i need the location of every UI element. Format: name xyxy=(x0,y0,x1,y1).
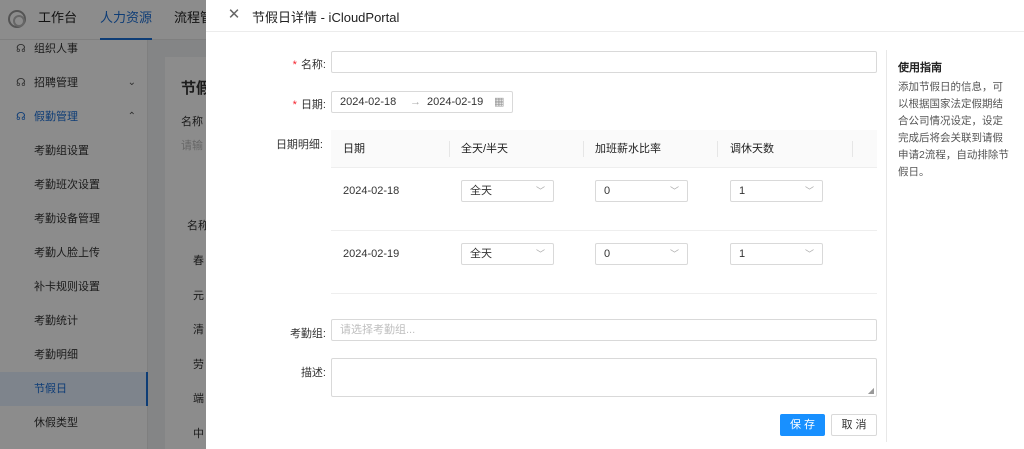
guide-divider xyxy=(886,50,887,442)
column-divider xyxy=(717,141,718,157)
resize-handle-icon[interactable]: ◢ xyxy=(868,386,874,395)
required-mark: * xyxy=(292,59,297,71)
chevron-down-icon: ﹀ xyxy=(804,186,814,196)
detail-label: 日期明细: xyxy=(275,139,323,151)
calendar-icon[interactable]: ▦ xyxy=(494,92,504,112)
chevron-down-icon: ﹀ xyxy=(535,186,545,196)
column-divider xyxy=(449,141,450,157)
drawer-title: 节假日详情 - iCloudPortal xyxy=(252,10,400,25)
chevron-down-icon: ﹀ xyxy=(535,249,545,259)
column-divider xyxy=(852,141,853,157)
date-start[interactable]: 2024-02-18 xyxy=(340,92,396,112)
day-type-select[interactable]: 全天 ﹀ xyxy=(461,243,554,265)
guide-text: 添加节假日的信息，可以根据国家法定假期结合公司情况设定，设定完成后将会关联到请假… xyxy=(898,81,1009,178)
description-textarea[interactable]: ◢ xyxy=(331,358,877,397)
date-end[interactable]: 2024-02-19 xyxy=(427,92,483,112)
date-range-separator: → xyxy=(410,96,421,108)
guide-title: 使用指南 xyxy=(898,62,942,74)
holiday-detail-drawer: ✕ 节假日详情 - iCloudPortal * 名称: * 日期: 2024-02… xyxy=(206,0,1024,449)
description-label: 描述: xyxy=(300,367,326,379)
col-day-type: 全天/半天 xyxy=(461,143,509,155)
table-header: 日期 全天/半天 加班薪水比率 调休天数 xyxy=(331,130,877,168)
comp-days-select[interactable]: 1 ﹀ xyxy=(730,180,823,202)
date-label: * 日期: xyxy=(292,99,326,111)
column-divider xyxy=(583,141,584,157)
name-label: * 名称: xyxy=(292,59,326,71)
chevron-down-icon: ﹀ xyxy=(669,186,679,196)
attendance-group-select[interactable]: 请选择考勤组... xyxy=(331,319,877,341)
row-date: 2024-02-18 xyxy=(343,185,400,197)
attendance-group-label: 考勤组: xyxy=(289,328,326,340)
cancel-button[interactable]: 取 消 xyxy=(831,414,877,436)
col-overtime-rate: 加班薪水比率 xyxy=(595,143,661,155)
drawer-header: ✕ 节假日详情 - iCloudPortal xyxy=(206,0,1024,32)
required-mark: * xyxy=(292,99,297,111)
col-date: 日期 xyxy=(343,143,365,155)
comp-days-select[interactable]: 1 ﹀ xyxy=(730,243,823,265)
close-icon[interactable]: ✕ xyxy=(226,6,242,24)
overtime-rate-select[interactable]: 0 ﹀ xyxy=(595,243,688,265)
col-comp-days: 调休天数 xyxy=(730,143,774,155)
row-date: 2024-02-19 xyxy=(343,248,400,260)
table-row: 2024-02-19 全天 ﹀ 0 ﹀ 1 ﹀ xyxy=(331,231,877,294)
save-button[interactable]: 保 存 xyxy=(780,414,825,436)
table-row: 2024-02-18 全天 ﹀ 0 ﹀ 1 ﹀ xyxy=(331,168,877,231)
chevron-down-icon: ﹀ xyxy=(669,249,679,259)
name-input[interactable] xyxy=(331,51,877,73)
overtime-rate-select[interactable]: 0 ﹀ xyxy=(595,180,688,202)
date-range-picker[interactable]: 2024-02-18 → 2024-02-19 ▦ xyxy=(331,91,513,113)
day-type-select[interactable]: 全天 ﹀ xyxy=(461,180,554,202)
chevron-down-icon: ﹀ xyxy=(804,249,814,259)
